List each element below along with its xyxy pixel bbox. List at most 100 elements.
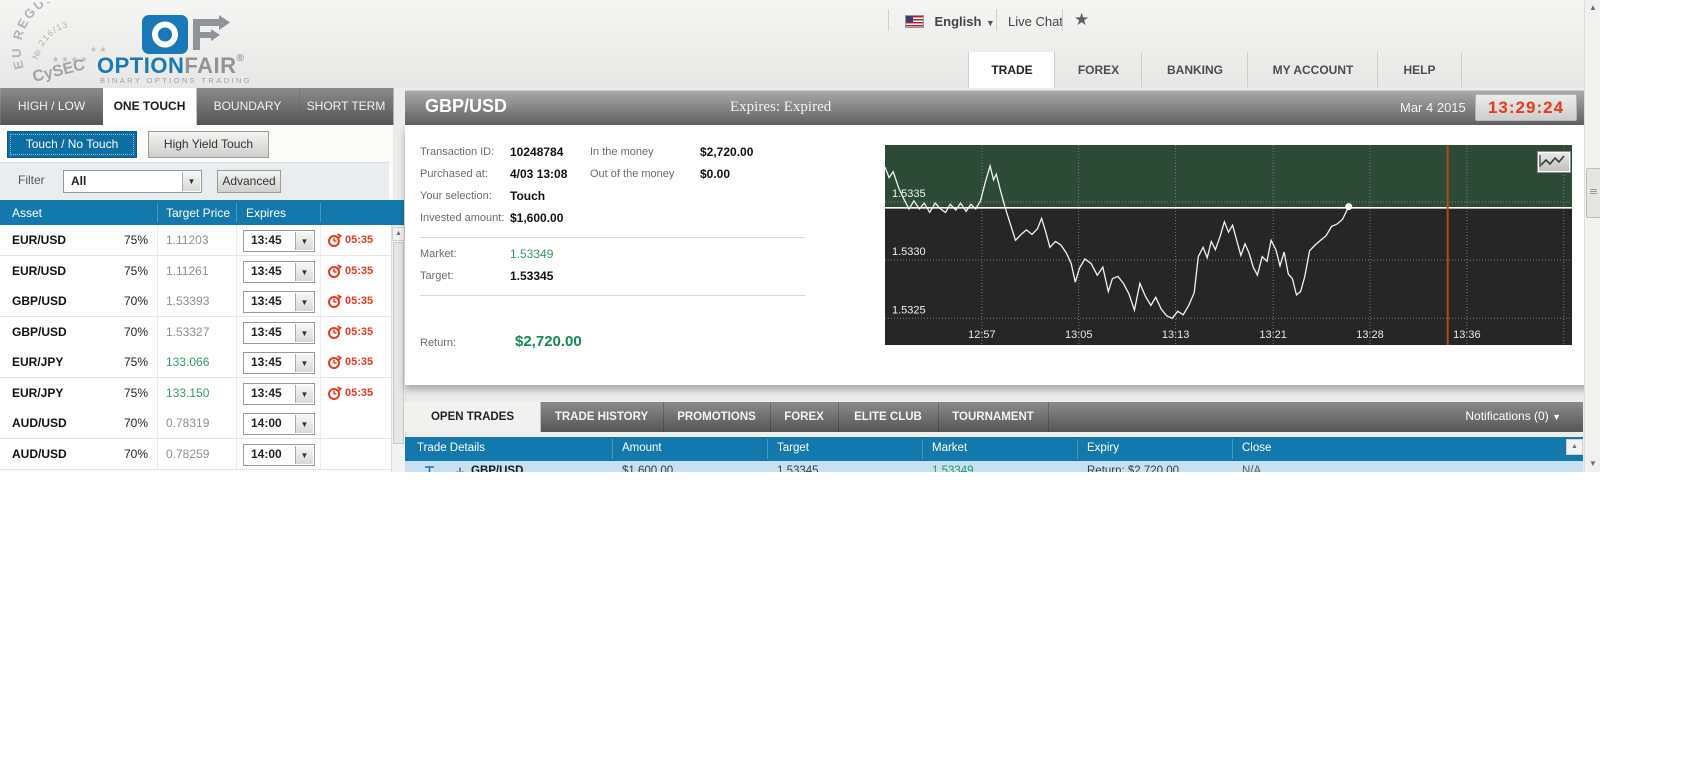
chart-type-button[interactable]: [1537, 151, 1571, 173]
target-label: Target:: [420, 270, 454, 282]
notifications-toggle[interactable]: Notifications (0) ▼: [1465, 409, 1561, 423]
expiry-select[interactable]: 13:45 ▼: [243, 229, 315, 252]
expiry-select[interactable]: 14:00 ▼: [243, 412, 315, 435]
line-chart-icon: [1539, 155, 1565, 167]
countdown-clock-icon: [328, 386, 342, 400]
trades-scroll-up-arrow[interactable]: ▲: [1566, 439, 1583, 455]
chevron-down-icon[interactable]: ▼: [295, 414, 313, 433]
asset-target-price: 1.11203: [166, 233, 209, 247]
filter-label: Filter: [18, 173, 45, 187]
tab-one-touch[interactable]: ONE TOUCH: [103, 88, 197, 125]
scrollbar-thumb[interactable]: [1586, 168, 1600, 218]
column-header-target-price: Target Price: [166, 206, 231, 220]
chevron-down-icon[interactable]: ▼: [295, 445, 313, 464]
asset-row[interactable]: EUR/USD 75% 1.11261 13:45 ▼ 05:35: [0, 256, 391, 287]
asset-row[interactable]: GBP/USD 70% 1.53327 13:45 ▼ 05:35: [0, 317, 391, 348]
expiry-select[interactable]: 13:45 ▼: [243, 321, 315, 344]
price-chart-svg: 12:57 13:05 13:13 13:21 13:28 13:36 1.5335 1.53…: [884, 145, 1572, 345]
chevron-down-icon[interactable]: ▼: [295, 384, 313, 403]
trade-market: 1.53349: [932, 465, 974, 472]
tab-boundary[interactable]: BOUNDARY: [196, 88, 300, 125]
chevron-down-icon[interactable]: ▼: [295, 262, 313, 281]
tab-trade[interactable]: TRADE: [968, 52, 1055, 88]
scroll-up-arrow[interactable]: ▲: [392, 227, 405, 241]
pin-top-icon[interactable]: [423, 465, 436, 472]
topbar-divider: [996, 9, 997, 31]
asset-name: GBP/USD: [12, 294, 67, 308]
scrollbar-thumb[interactable]: [393, 242, 404, 444]
tab-tournament[interactable]: TOURNAMENT: [938, 402, 1049, 432]
advanced-button[interactable]: Advanced: [217, 170, 281, 193]
us-flag-icon: [905, 15, 924, 29]
browser-scrollbar[interactable]: ▲ ▼: [1584, 0, 1600, 472]
tab-promotions[interactable]: PROMOTIONS: [663, 402, 771, 432]
section-divider: [420, 295, 805, 296]
tab-forex-bottom[interactable]: FOREX: [770, 402, 839, 432]
countdown-clock-icon: [328, 294, 342, 308]
asset-row[interactable]: EUR/JPY 75% 133.066 13:45 ▼ 05:35: [0, 347, 391, 378]
asset-list-scrollbar[interactable]: ▲: [391, 225, 406, 472]
asset-payout: 75%: [123, 355, 148, 369]
svg-text:1.5325: 1.5325: [892, 304, 926, 316]
tab-help[interactable]: HELP: [1377, 52, 1462, 88]
tab-open-trades[interactable]: OPEN TRADES: [405, 402, 541, 432]
expiry-select[interactable]: 13:45 ▼: [243, 260, 315, 283]
expiry-select[interactable]: 13:45 ▼: [243, 382, 315, 405]
chevron-down-icon[interactable]: ▼: [295, 292, 313, 311]
chevron-down-icon[interactable]: ▼: [182, 172, 200, 191]
asset-row[interactable]: GBP/USD 70% 1.53393 13:45 ▼ 05:35: [0, 286, 391, 317]
in-the-money-label: In the money: [590, 146, 654, 158]
asset-target-price: 1.53327: [166, 325, 210, 339]
chevron-down-icon[interactable]: ▼: [295, 231, 313, 250]
tab-label: BOUNDARY: [213, 99, 282, 113]
tab-high-low[interactable]: HIGH / LOW: [0, 88, 104, 125]
tab-label: TRADE: [991, 63, 1033, 77]
tab-elite-club[interactable]: ELITE CLUB: [838, 402, 939, 432]
expires-status: Expires: Expired: [730, 99, 831, 116]
live-chat-link[interactable]: Live Chat: [1008, 14, 1063, 29]
filter-select[interactable]: All ▼: [63, 170, 202, 193]
tab-short-term[interactable]: SHORT TERM: [299, 88, 394, 125]
asset-row[interactable]: AUD/USD 70% 0.78319 14:00 ▼: [0, 408, 391, 439]
asset-target-price: 133.066: [166, 355, 210, 369]
chevron-down-icon[interactable]: ▼: [295, 353, 313, 372]
svg-text:13:05: 13:05: [1065, 329, 1093, 341]
scroll-down-arrow[interactable]: ▼: [1586, 456, 1600, 472]
direction-down-icon: [456, 467, 464, 472]
topbar-divider: [888, 9, 889, 31]
touch-no-touch-button[interactable]: Touch / No Touch: [7, 131, 137, 158]
tab-label: FOREX: [784, 411, 824, 423]
expiry-value: 13:45: [251, 293, 282, 308]
language-selector[interactable]: English ▼: [905, 13, 995, 31]
high-yield-touch-button[interactable]: High Yield Touch: [148, 131, 269, 158]
tab-forex[interactable]: FOREX: [1054, 52, 1142, 88]
chevron-down-icon[interactable]: ▼: [295, 323, 313, 342]
svg-text:1.5330: 1.5330: [892, 246, 926, 258]
asset-row[interactable]: EUR/JPY 75% 133.150 13:45 ▼ 05:35: [0, 378, 391, 409]
optionfair-logo-icon: [142, 15, 230, 54]
countdown-value: 05:35: [345, 326, 374, 338]
asset-row[interactable]: AUD/USD 70% 0.78259 14:00 ▼: [0, 439, 391, 470]
tab-trade-history[interactable]: TRADE HISTORY: [540, 402, 664, 432]
invested-amount-label: Invested amount:: [420, 212, 505, 224]
column-header-trade-details: Trade Details: [417, 442, 485, 454]
tab-banking[interactable]: BANKING: [1141, 52, 1248, 88]
asset-target-price: 0.78259: [166, 447, 210, 461]
open-trade-row[interactable]: GBP/USD $1,600.00 1.53345 1.53349 Return…: [405, 461, 1583, 472]
asset-name: AUD/USD: [12, 447, 67, 461]
asset-target-price: 133.150: [166, 386, 210, 400]
expiry-select[interactable]: 14:00 ▼: [243, 443, 315, 466]
favorite-star-icon[interactable]: ★: [1074, 10, 1089, 30]
asset-payout: 70%: [123, 294, 148, 308]
scroll-up-arrow[interactable]: ▲: [1586, 0, 1600, 16]
expiry-select[interactable]: 13:45 ▼: [243, 290, 315, 313]
column-header-close: Close: [1242, 442, 1272, 454]
wordmark-option: OPTION: [97, 53, 185, 78]
tab-my-account[interactable]: MY ACCOUNT: [1247, 52, 1378, 88]
tab-label: TRADE HISTORY: [554, 411, 649, 423]
tab-label: HELP: [1403, 63, 1436, 77]
expiry-select[interactable]: 13:45 ▼: [243, 351, 315, 374]
asset-row[interactable]: EUR/USD 75% 1.11203 13:45 ▼ 05:35: [0, 225, 391, 256]
browser-viewport: EU REGULATED № 216/13 ★ ★ ★ ★ ★ ★ CySEC …: [0, 0, 1600, 472]
countdown-value: 05:35: [345, 387, 374, 399]
